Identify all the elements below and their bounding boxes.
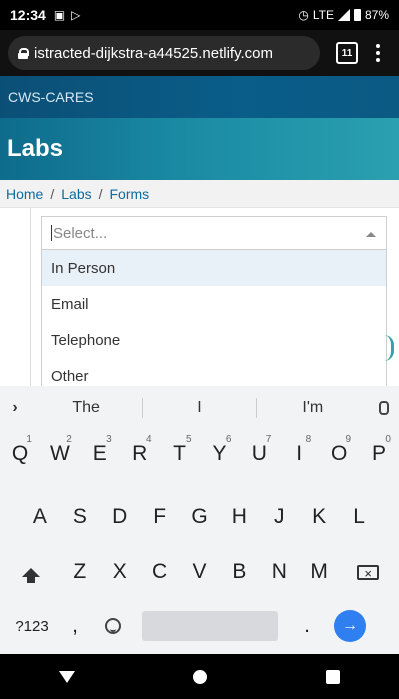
network-label: LTE — [312, 8, 334, 22]
contact-method-select[interactable]: Select... — [41, 216, 387, 250]
space-key[interactable] — [142, 611, 278, 641]
key-q[interactable]: Q1 — [0, 430, 40, 478]
image-icon: ▣ — [53, 8, 66, 22]
key-d[interactable]: D — [100, 493, 140, 541]
backspace-icon: × — [357, 564, 380, 580]
mic-icon[interactable] — [369, 401, 399, 415]
key-c[interactable]: C — [140, 548, 180, 596]
key-a[interactable]: A — [20, 493, 60, 541]
key-u[interactable]: U7 — [239, 430, 279, 478]
key-f[interactable]: F — [140, 493, 180, 541]
key-r[interactable]: R4 — [120, 430, 160, 478]
option-email[interactable]: Email — [42, 286, 386, 322]
option-in-person[interactable]: In Person — [42, 250, 386, 286]
text-cursor — [51, 225, 52, 241]
site-header: CWS-CARES — [0, 76, 399, 118]
brand-link[interactable]: CWS-CARES — [8, 89, 94, 105]
key-b[interactable]: B — [219, 548, 259, 596]
browser-toolbar: istracted-dijkstra-a44525.netlify.com 11 — [0, 30, 399, 76]
breadcrumb-separator: / — [50, 185, 55, 202]
key-row-3: Z X C V B N M × — [0, 548, 399, 596]
shift-icon — [21, 567, 40, 583]
soft-keyboard: › The I I'm Q1 W2 E3 R4 T5 Y6 U7 I8 O9 P… — [0, 386, 399, 654]
tab-count: 11 — [341, 47, 353, 59]
key-row-2: A S D F G H J K L — [0, 493, 399, 541]
system-nav-bar — [0, 654, 399, 699]
back-icon[interactable] — [59, 670, 76, 683]
backspace-key[interactable]: × — [339, 548, 397, 596]
key-x[interactable]: X — [100, 548, 140, 596]
divider — [30, 208, 31, 386]
option-telephone[interactable]: Telephone — [42, 322, 386, 358]
key-t[interactable]: T5 — [160, 430, 200, 478]
emoji-icon — [105, 618, 121, 634]
page-title: Labs — [7, 135, 64, 162]
key-m[interactable]: M — [299, 548, 339, 596]
key-i[interactable]: I8 — [279, 430, 319, 478]
play-store-icon: ▷ — [71, 8, 81, 22]
key-v[interactable]: V — [180, 548, 220, 596]
status-bar: 12:34 ▣ ▷ ◷ LTE 87% — [0, 0, 399, 30]
key-w[interactable]: W2 — [40, 430, 80, 478]
form-content: Select... In Person Email Telephone Othe… — [0, 208, 399, 386]
breadcrumb: Home / Labs / Forms — [0, 180, 399, 208]
lock-icon — [18, 47, 29, 59]
key-h[interactable]: H — [219, 493, 259, 541]
partial-button-edge — [384, 335, 394, 361]
breadcrumb-separator: / — [98, 185, 103, 202]
suggestion[interactable]: I'm — [257, 399, 369, 417]
key-p[interactable]: P0 — [359, 430, 399, 478]
tabs-icon[interactable]: 11 — [336, 42, 358, 64]
key-g[interactable]: G — [180, 493, 220, 541]
status-right: ◷ LTE 87% — [298, 8, 389, 22]
chevron-right-icon[interactable]: › — [0, 399, 30, 417]
key-k[interactable]: K — [299, 493, 339, 541]
key-j[interactable]: J — [259, 493, 299, 541]
breadcrumb-labs[interactable]: Labs — [61, 186, 91, 202]
alarm-icon: ◷ — [298, 8, 309, 22]
recents-icon[interactable] — [325, 669, 340, 684]
shift-key[interactable] — [2, 548, 60, 596]
suggestion[interactable]: I — [143, 399, 255, 417]
breadcrumb-forms[interactable]: Forms — [110, 186, 150, 202]
signal-icon — [337, 9, 350, 21]
key-row-1: Q1 W2 E3 R4 T5 Y6 U7 I8 O9 P0 — [0, 430, 399, 478]
suggestion-strip: › The I I'm — [0, 386, 399, 430]
key-e[interactable]: E3 — [80, 430, 120, 478]
battery-icon — [353, 9, 361, 21]
page-title-band: Labs — [0, 118, 399, 180]
select-options-list: In Person Email Telephone Other — [41, 250, 387, 386]
key-s[interactable]: S — [60, 493, 100, 541]
address-bar[interactable]: istracted-dijkstra-a44525.netlify.com — [8, 36, 320, 70]
battery-percent: 87% — [364, 8, 389, 22]
key-row-4: ?123 , . → — [0, 602, 399, 650]
menu-icon[interactable] — [376, 44, 380, 62]
home-icon[interactable] — [193, 669, 208, 684]
key-y[interactable]: Y6 — [200, 430, 240, 478]
period-key[interactable]: . — [286, 602, 328, 650]
enter-icon[interactable]: → — [334, 610, 366, 642]
comma-key[interactable]: , — [58, 602, 92, 650]
key-l[interactable]: L — [339, 493, 379, 541]
chevron-up-icon — [366, 232, 376, 237]
key-n[interactable]: N — [259, 548, 299, 596]
select-placeholder: Select... — [53, 224, 108, 242]
url-text: istracted-dijkstra-a44525.netlify.com — [34, 44, 273, 62]
symbols-key[interactable]: ?123 — [6, 602, 58, 650]
status-time: 12:34 — [10, 7, 46, 23]
emoji-key[interactable] — [92, 602, 134, 650]
key-o[interactable]: O9 — [319, 430, 359, 478]
suggestion[interactable]: The — [30, 399, 142, 417]
breadcrumb-home[interactable]: Home — [6, 186, 43, 202]
key-z[interactable]: Z — [60, 548, 100, 596]
